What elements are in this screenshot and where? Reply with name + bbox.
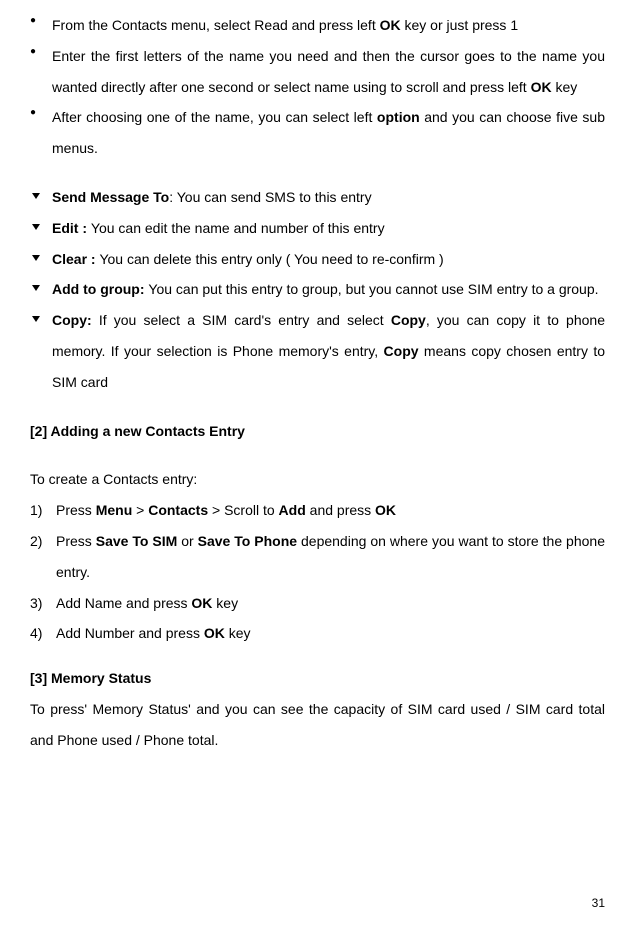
- add-contact-steps: 1) Press Menu > Contacts > Scroll to Add…: [30, 495, 605, 649]
- step-item: 1) Press Menu > Contacts > Scroll to Add…: [30, 495, 605, 526]
- text: Press: [56, 502, 96, 518]
- bold-text: Edit :: [52, 220, 91, 236]
- bullet-item: From the Contacts menu, select Read and …: [30, 10, 605, 41]
- bold-text: Copy: [391, 312, 426, 328]
- bullet-item: Enter the first letters of the name you …: [30, 41, 605, 103]
- text: key: [212, 595, 238, 611]
- text: You can delete this entry only ( You nee…: [99, 251, 443, 267]
- arrow-item: Copy: If you select a SIM card's entry a…: [30, 305, 605, 397]
- step-number: 2): [30, 526, 42, 557]
- bold-text: Add to group:: [52, 281, 148, 297]
- bold-text: Menu: [96, 502, 133, 518]
- text: >: [132, 502, 148, 518]
- section-3-body: To press' Memory Status' and you can see…: [30, 694, 605, 756]
- bold-text: Send Message To: [52, 189, 169, 205]
- bold-text: Clear :: [52, 251, 99, 267]
- bold-text: OK: [531, 79, 552, 95]
- bold-text: Contacts: [148, 502, 208, 518]
- section-3-heading: [3] Memory Status: [30, 663, 605, 694]
- bold-text: option: [377, 109, 420, 125]
- text: You can edit the name and number of this…: [91, 220, 385, 236]
- section-2-intro: To create a Contacts entry:: [30, 464, 605, 495]
- text: If you select a SIM card's entry and sel…: [99, 312, 391, 328]
- arrow-item: Send Message To: You can send SMS to thi…: [30, 182, 605, 213]
- text: Add Name and press: [56, 595, 191, 611]
- step-number: 3): [30, 588, 42, 619]
- page-number: 31: [592, 890, 605, 916]
- bold-text: Copy: [384, 343, 419, 359]
- arrow-item: Add to group: You can put this entry to …: [30, 274, 605, 305]
- text: key: [552, 79, 578, 95]
- text: You can put this entry to group, but you…: [148, 281, 598, 297]
- bold-text: Add: [279, 502, 306, 518]
- text: > Scroll to: [208, 502, 278, 518]
- bullet-item: After choosing one of the name, you can …: [30, 102, 605, 164]
- bold-text: Save To SIM: [96, 533, 178, 549]
- submenu-list: Send Message To: You can send SMS to thi…: [30, 182, 605, 398]
- arrow-item: Edit : You can edit the name and number …: [30, 213, 605, 244]
- text: key: [225, 625, 251, 641]
- bold-text: OK: [380, 17, 401, 33]
- step-item: 2) Press Save To SIM or Save To Phone de…: [30, 526, 605, 588]
- step-number: 4): [30, 618, 42, 649]
- step-item: 3) Add Name and press OK key: [30, 588, 605, 619]
- text: Add Number and press: [56, 625, 204, 641]
- text: Press: [56, 533, 96, 549]
- step-item: 4) Add Number and press OK key: [30, 618, 605, 649]
- text: From the Contacts menu, select Read and …: [52, 17, 380, 33]
- bold-text: Save To Phone: [198, 533, 297, 549]
- section-2-heading: [2] Adding a new Contacts Entry: [30, 416, 605, 447]
- contacts-read-list: From the Contacts menu, select Read and …: [30, 10, 605, 164]
- text: : You can send SMS to this entry: [169, 189, 371, 205]
- bold-text: OK: [375, 502, 396, 518]
- text: key or just press 1: [401, 17, 519, 33]
- arrow-item: Clear : You can delete this entry only (…: [30, 244, 605, 275]
- text: After choosing one of the name, you can …: [52, 109, 377, 125]
- text: or: [177, 533, 197, 549]
- text: Enter the first letters of the name you …: [52, 48, 605, 95]
- bold-text: OK: [191, 595, 212, 611]
- text: and press: [306, 502, 375, 518]
- step-number: 1): [30, 495, 42, 526]
- bold-text: Copy:: [52, 312, 99, 328]
- bold-text: OK: [204, 625, 225, 641]
